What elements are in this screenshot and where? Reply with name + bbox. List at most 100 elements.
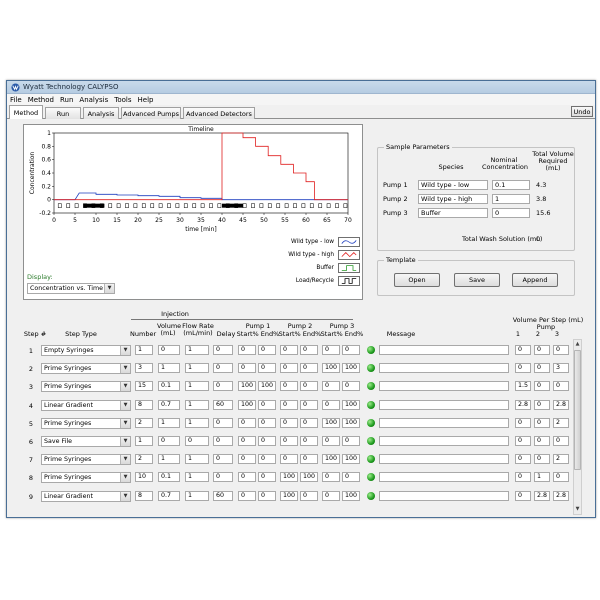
pump-3-end-cell[interactable]: 100	[342, 363, 360, 374]
menu-tools[interactable]: Tools	[114, 96, 131, 104]
pump-3-start-cell[interactable]: 100	[322, 454, 340, 465]
pump-3-concentration-field[interactable]: 0	[492, 208, 530, 218]
step-type-dropdown[interactable]: Prime Syringes ▼	[41, 363, 131, 375]
injection-number-cell[interactable]: 2	[135, 417, 153, 428]
pump-1-end-cell[interactable]: 0	[258, 490, 276, 501]
message-field[interactable]	[379, 490, 509, 501]
delay-cell[interactable]: 0	[213, 472, 233, 483]
tab-run[interactable]: Run	[45, 107, 81, 119]
injection-number-cell[interactable]: 3	[135, 363, 153, 374]
flow-rate-cell[interactable]: 1	[185, 363, 209, 374]
delay-cell[interactable]: 0	[213, 381, 233, 392]
tab-advanced-detectors[interactable]: Advanced Detectors	[183, 107, 255, 119]
tab-analysis[interactable]: Analysis	[83, 107, 119, 119]
pump-3-start-cell[interactable]: 0	[322, 472, 340, 483]
template-append-button[interactable]: Append	[512, 273, 558, 287]
tab-method[interactable]: Method	[9, 105, 43, 119]
pump-2-start-cell[interactable]: 0	[280, 417, 298, 428]
pump-3-end-cell[interactable]: 0	[342, 472, 360, 483]
pump-2-start-cell[interactable]: 100	[280, 472, 298, 483]
step-type-dropdown[interactable]: Empty Syringes ▼	[41, 345, 131, 356]
pump-2-concentration-field[interactable]: 1	[492, 194, 530, 204]
pump-1-start-cell[interactable]: 0	[238, 454, 256, 465]
pump-2-start-cell[interactable]: 0	[280, 363, 298, 374]
flow-rate-cell[interactable]: 0	[185, 436, 209, 446]
pump-1-start-cell[interactable]: 100	[238, 381, 256, 392]
pump-1-end-cell[interactable]: 0	[258, 363, 276, 374]
pump-2-start-cell[interactable]: 0	[280, 381, 298, 392]
volume-cell[interactable]: 0.1	[158, 381, 180, 392]
scrollbar-thumb[interactable]	[574, 350, 581, 470]
pump-2-end-cell[interactable]: 100	[300, 472, 318, 483]
volume-cell[interactable]: 1	[158, 363, 180, 374]
template-save-button[interactable]: Save	[454, 273, 500, 287]
volume-cell[interactable]: 0.7	[158, 490, 180, 501]
pump-1-start-cell[interactable]: 0	[238, 436, 256, 446]
template-open-button[interactable]: Open	[394, 273, 440, 287]
scroll-down-icon[interactable]: ▼	[574, 505, 581, 514]
pump-2-species-field[interactable]: Wild type - high	[418, 194, 488, 204]
pump-2-end-cell[interactable]: 0	[300, 381, 318, 392]
pump-1-start-cell[interactable]: 100	[238, 399, 256, 410]
pump-3-end-cell[interactable]: 0	[342, 381, 360, 392]
pump-1-concentration-field[interactable]: 0.1	[492, 180, 530, 190]
flow-rate-cell[interactable]: 1	[185, 399, 209, 410]
step-type-dropdown[interactable]: Prime Syringes ▼	[41, 472, 131, 484]
message-field[interactable]	[379, 399, 509, 410]
delay-cell[interactable]: 0	[213, 454, 233, 465]
flow-rate-cell[interactable]: 1	[185, 490, 209, 501]
pump-1-end-cell[interactable]: 0	[258, 417, 276, 428]
menu-help[interactable]: Help	[138, 96, 154, 104]
pump-1-end-cell[interactable]: 0	[258, 399, 276, 410]
message-field[interactable]	[379, 436, 509, 446]
injection-number-cell[interactable]: 8	[135, 490, 153, 501]
pump-3-end-cell[interactable]: 0	[342, 436, 360, 446]
message-field[interactable]	[379, 454, 509, 465]
display-mode-dropdown[interactable]: Concentration vs. Time ▼	[27, 283, 115, 294]
step-type-dropdown[interactable]: Linear Gradient ▼	[41, 490, 131, 502]
pump-2-start-cell[interactable]: 0	[280, 399, 298, 410]
volume-cell[interactable]: 1	[158, 417, 180, 428]
step-type-dropdown[interactable]: Save File ▼	[41, 436, 131, 447]
injection-number-cell[interactable]: 1	[135, 436, 153, 446]
pump-3-start-cell[interactable]: 0	[322, 345, 340, 355]
delay-cell[interactable]: 60	[213, 399, 233, 410]
delay-cell[interactable]: 60	[213, 490, 233, 501]
step-type-dropdown[interactable]: Prime Syringes ▼	[41, 417, 131, 429]
steps-scrollbar[interactable]: ▲ ▼	[573, 339, 582, 515]
pump-3-end-cell[interactable]: 100	[342, 399, 360, 410]
scroll-up-icon[interactable]: ▲	[574, 340, 581, 349]
volume-cell[interactable]: 0.7	[158, 399, 180, 410]
pump-2-end-cell[interactable]: 0	[300, 363, 318, 374]
pump-2-end-cell[interactable]: 0	[300, 436, 318, 446]
message-field[interactable]	[379, 363, 509, 374]
message-field[interactable]	[379, 472, 509, 483]
pump-2-end-cell[interactable]: 0	[300, 490, 318, 501]
delay-cell[interactable]: 0	[213, 436, 233, 446]
tab-advanced-pumps[interactable]: Advanced Pumps	[121, 107, 181, 119]
flow-rate-cell[interactable]: 1	[185, 454, 209, 465]
menu-method[interactable]: Method	[28, 96, 54, 104]
step-type-dropdown[interactable]: Linear Gradient ▼	[41, 399, 131, 411]
pump-2-start-cell[interactable]: 0	[280, 436, 298, 446]
pump-2-start-cell[interactable]: 0	[280, 454, 298, 465]
pump-1-start-cell[interactable]: 0	[238, 472, 256, 483]
injection-number-cell[interactable]: 2	[135, 454, 153, 465]
flow-rate-cell[interactable]: 1	[185, 417, 209, 428]
title-bar[interactable]: Wyatt Technology CALYPSO	[7, 81, 595, 94]
injection-number-cell[interactable]: 15	[135, 381, 153, 392]
pump-3-end-cell[interactable]: 0	[342, 345, 360, 355]
pump-1-end-cell[interactable]: 0	[258, 345, 276, 355]
pump-3-species-field[interactable]: Buffer	[418, 208, 488, 218]
message-field[interactable]	[379, 381, 509, 392]
pump-3-start-cell[interactable]: 0	[322, 490, 340, 501]
pump-2-end-cell[interactable]: 0	[300, 454, 318, 465]
pump-2-end-cell[interactable]: 0	[300, 345, 318, 355]
pump-1-end-cell[interactable]: 0	[258, 472, 276, 483]
message-field[interactable]	[379, 345, 509, 355]
menu-file[interactable]: File	[10, 96, 22, 104]
menu-analysis[interactable]: Analysis	[79, 96, 108, 104]
message-field[interactable]	[379, 417, 509, 428]
pump-1-end-cell[interactable]: 100	[258, 381, 276, 392]
flow-rate-cell[interactable]: 1	[185, 345, 209, 355]
